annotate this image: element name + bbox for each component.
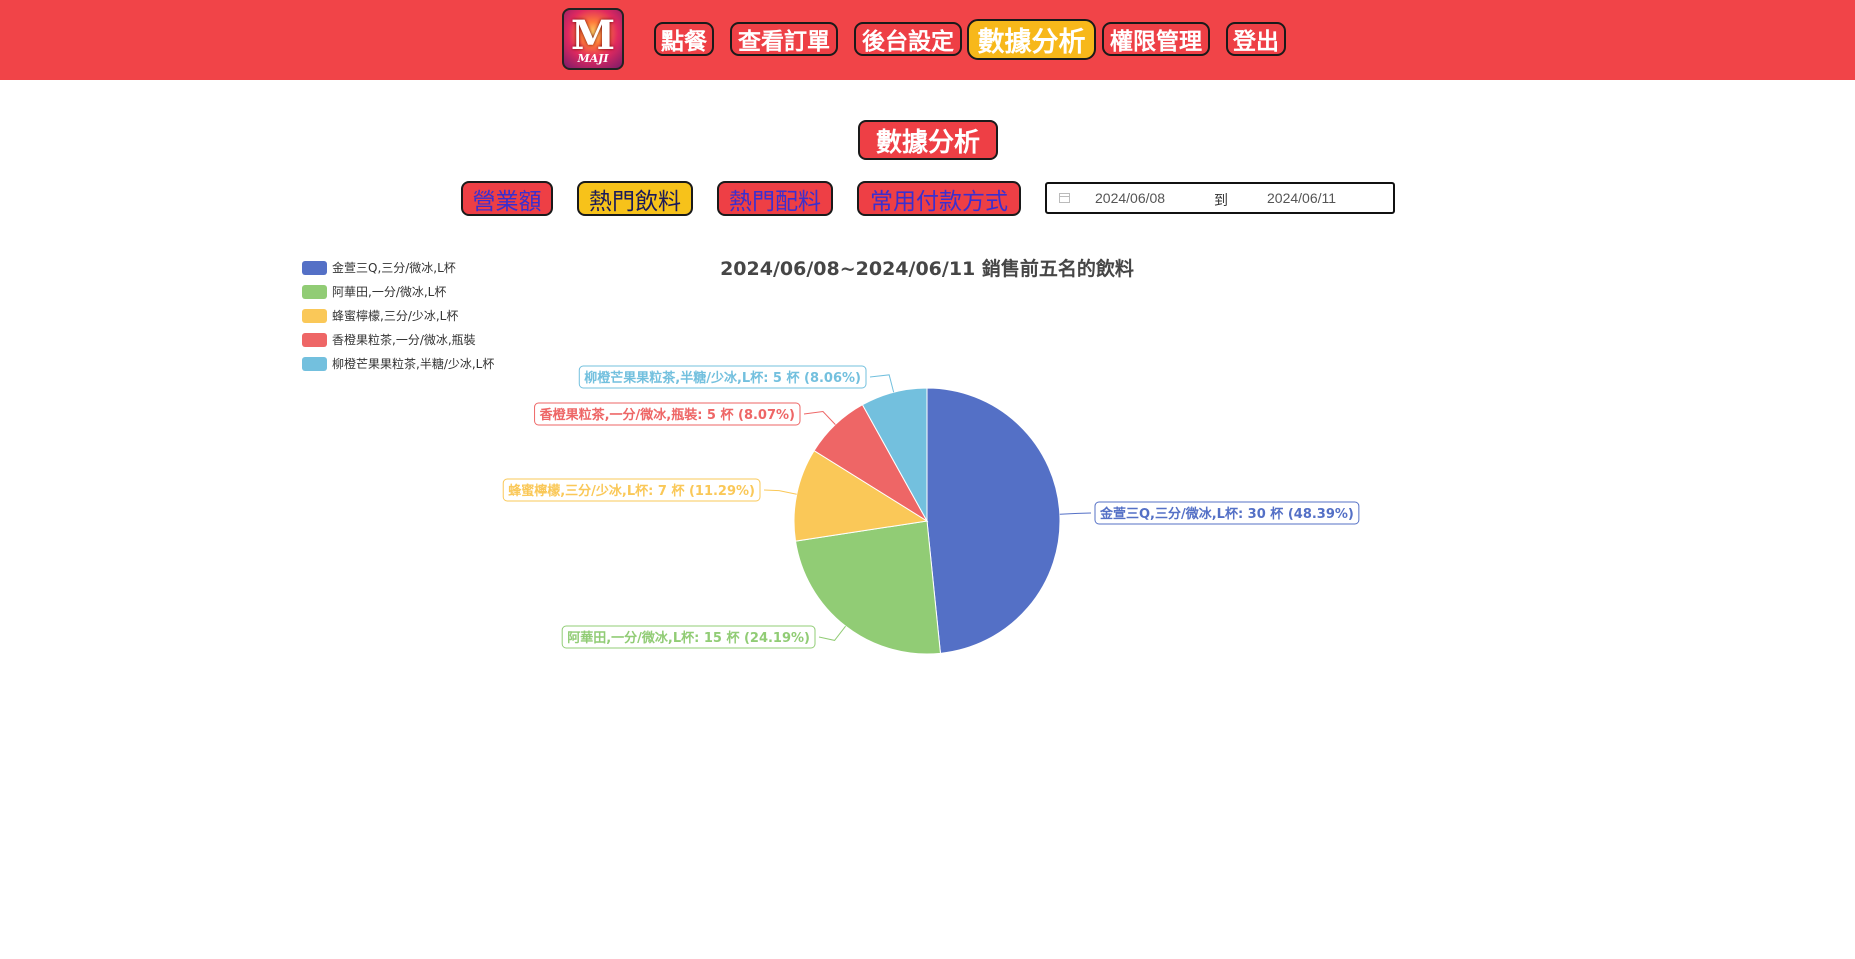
- slice-data-label: 阿華田,一分/微冰,L杯: 15 杯 (24.19%): [567, 630, 810, 646]
- legend-label: 香橙果粒茶,一分/微冰,瓶裝: [332, 332, 476, 347]
- legend-label: 阿華田,一分/微冰,L杯: [332, 285, 446, 299]
- slice-data-label: 金萱三Q,三分/微冰,L杯: 30 杯 (48.39%): [1099, 506, 1354, 522]
- chart-title: 2024/06/08~2024/06/11 銷售前五名的飲料: [720, 257, 1134, 280]
- slice-data-label: 香橙果粒茶,一分/微冰,瓶裝: 5 杯 (8.07%): [539, 407, 795, 423]
- slice-data-label: 蜂蜜檸檬,三分/少冰,L杯: 7 杯 (11.29%): [508, 483, 755, 499]
- legend-label: 柳橙芒果果粒茶,半糖/少冰,L杯: [332, 356, 494, 371]
- pie-slice: [794, 520, 942, 655]
- legend-label: 蜂蜜檸檬,三分/少冰,L杯: [332, 308, 458, 323]
- label-leader-line: [1059, 512, 1092, 515]
- label-leader-line: [763, 489, 797, 495]
- legend-label: 金萱三Q,三分/微冰,L杯: [332, 260, 456, 275]
- label-leader-line: [818, 625, 846, 641]
- pie-chart: 2024/06/08~2024/06/11 銷售前五名的飲料金萱三Q,三分/微冰…: [302, 257, 1360, 655]
- label-leader-line: [869, 374, 895, 393]
- legend-swatch: [302, 333, 327, 347]
- legend-swatch: [302, 285, 327, 299]
- slice-data-label: 柳橙芒果果粒茶,半糖/少冰,L杯: 5 杯 (8.06%): [584, 370, 861, 386]
- legend-swatch: [302, 261, 327, 275]
- legend-swatch: [302, 309, 327, 323]
- legend-swatch: [302, 357, 327, 371]
- pie-slice: [926, 387, 1061, 654]
- label-leader-line: [803, 411, 836, 425]
